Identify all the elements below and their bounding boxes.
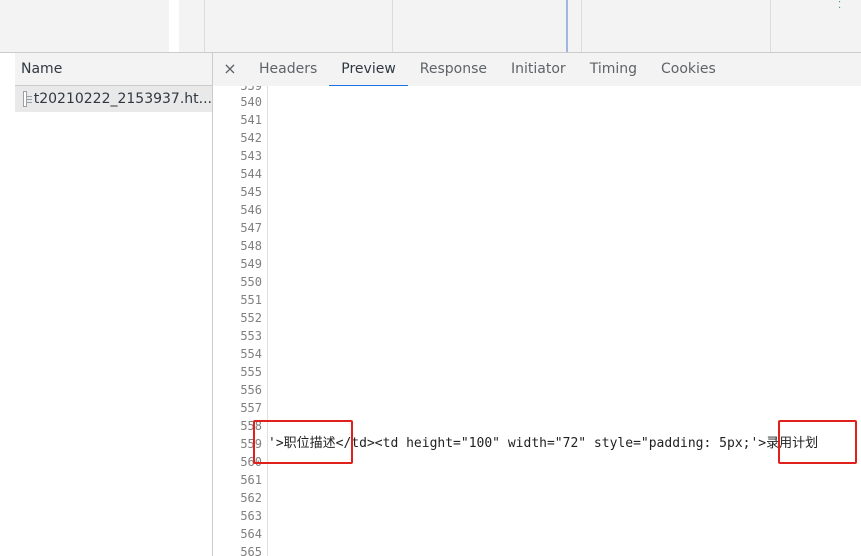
request-row[interactable]: t20210222_2153937.ht... [15, 86, 212, 112]
overview-gap [169, 0, 179, 52]
overview-divider [770, 0, 771, 52]
highlight-box-job-description [253, 420, 353, 464]
overview-divider [581, 0, 582, 52]
line-number: 549 [240, 257, 262, 271]
tab-initiator[interactable]: Initiator [499, 53, 578, 86]
line-number: 546 [240, 203, 262, 217]
highlight-box-hiring-plan [778, 420, 857, 464]
network-overview-strip: ⁚ [0, 0, 861, 53]
line-number: 563 [240, 509, 262, 523]
line-number: 545 [240, 185, 262, 199]
line-number: 551 [240, 293, 262, 307]
overview-time-marker [566, 0, 568, 52]
line-number: 557 [240, 401, 262, 415]
line-number: 556 [240, 383, 262, 397]
request-file-name: t20210222_2153937.ht... [33, 91, 212, 107]
line-number-gutter: 539 540 541 542 543 544 545 546 547 548 … [213, 86, 268, 556]
left-edge [0, 53, 15, 556]
tab-preview[interactable]: Preview [329, 53, 408, 87]
overview-divider [204, 0, 205, 52]
details-tab-bar: × Headers Preview Response Initiator Tim… [213, 53, 861, 87]
tab-headers[interactable]: Headers [247, 53, 329, 86]
request-list: Name t20210222_2153937.ht... [0, 53, 213, 556]
line-number: 540 [240, 95, 262, 109]
line-number: 552 [240, 311, 262, 325]
document-icon [23, 91, 32, 107]
line-number: 562 [240, 491, 262, 505]
line-number: 564 [240, 527, 262, 541]
line-number: 554 [240, 347, 262, 361]
overview-green-marker-icon: ⁚ [838, 0, 842, 11]
line-number: 550 [240, 275, 262, 289]
tab-cookies[interactable]: Cookies [649, 53, 728, 86]
close-icon[interactable]: × [213, 53, 247, 86]
name-column-header[interactable]: Name [15, 53, 212, 86]
line-number: 544 [240, 167, 262, 181]
overview-divider [392, 0, 393, 52]
preview-code-pane[interactable]: 539 540 541 542 543 544 545 546 547 548 … [213, 86, 861, 556]
line-number: 541 [240, 113, 262, 127]
line-number: 547 [240, 221, 262, 235]
tab-timing[interactable]: Timing [578, 53, 649, 86]
line-number: 553 [240, 329, 262, 343]
line-number: 542 [240, 131, 262, 145]
line-number: 565 [240, 545, 262, 556]
line-number: 548 [240, 239, 262, 253]
line-number: 561 [240, 473, 262, 487]
line-number: 543 [240, 149, 262, 163]
line-number: 555 [240, 365, 262, 379]
tab-response[interactable]: Response [408, 53, 499, 86]
